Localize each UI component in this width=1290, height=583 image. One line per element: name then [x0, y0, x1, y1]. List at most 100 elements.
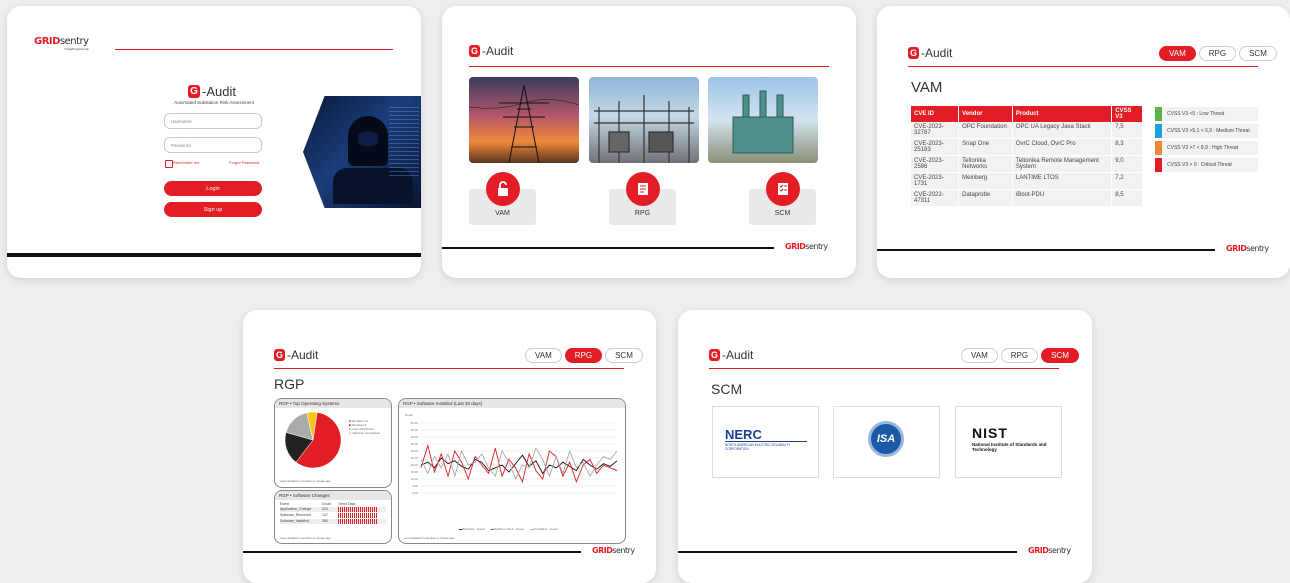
pie-chart: [284, 411, 342, 469]
table-row[interactable]: CVE-2022-47311 Dataprobe iBoot-PDU 8,5: [911, 189, 1143, 207]
tab-vam[interactable]: VAM: [961, 348, 998, 363]
footer-bar: [7, 253, 421, 257]
nist-logo: NIST: [972, 425, 1008, 441]
gridsentry-logo: GRIDsentry: [1028, 546, 1071, 555]
password-field[interactable]: Password: [164, 137, 262, 153]
y-tick-label: 25.00: [410, 456, 418, 460]
checklist-icon: [766, 172, 800, 206]
substation-image: [589, 77, 699, 163]
line-legend-item: ▬ZyWALL-OS.A - Count: [490, 527, 524, 531]
nist-logo-subtitle: National Institute of Standards and Tech…: [972, 442, 1047, 452]
gridsentry-logo: GRIDsentry Foresight Cybersecurity: [34, 36, 89, 51]
table-row[interactable]: CVE-2023-25183 Snap One OvrC Cloud, OvrC P…: [911, 138, 1143, 156]
page-title: RGP: [274, 376, 305, 392]
gaudit-logo: G -Audit: [709, 348, 754, 362]
module-tabs: VAM RPG SCM: [961, 348, 1079, 363]
vulnerability-table: CVE ID Vendor Product CVSS V3 CVE-2023-3…: [911, 106, 1143, 207]
tab-rpg[interactable]: RPG: [1000, 348, 1039, 363]
footer-bar: [678, 551, 1017, 553]
login-button[interactable]: Login: [164, 181, 262, 196]
isa-logo: ISA: [868, 421, 904, 457]
module-tabs: VAM RPG SCM: [1159, 46, 1277, 61]
table-row[interactable]: CVE-2023-1731 Meinberg LANTIME LTOS 7,2: [911, 172, 1143, 190]
gridsentry-logo: GRIDsentry: [785, 242, 828, 251]
report-icon: [626, 172, 660, 206]
table-row[interactable]: Software_Removed 147: [280, 513, 386, 518]
tab-rpg[interactable]: RPG: [564, 348, 603, 363]
table-row[interactable]: CVE-2023-2586 Teltonika Networks Teltonika…: [911, 155, 1143, 173]
tab-vam[interactable]: VAM: [525, 348, 562, 363]
pie-footer: Last Updated: Less than a minute ago: [280, 479, 331, 483]
changes-footer: Last Updated: Less than a minute ago: [280, 536, 331, 540]
y-tick-label: 15.00: [410, 470, 418, 474]
header-divider: [115, 49, 393, 50]
header-divider: [709, 368, 1059, 369]
y-tick-label: 20.00: [410, 463, 418, 467]
line-chart-title: RGP • Software Installed (Last 30 days): [399, 399, 625, 408]
remember-label: Remember me: [173, 160, 200, 165]
legend-critical: CVSS V3 > 9 : Critical Threat: [1155, 158, 1258, 172]
module-tabs: VAM RPG SCM: [525, 348, 643, 363]
home-panel: G -Audit VAM RPG SCM GRIDsentry: [442, 6, 856, 278]
transformer-image: [708, 77, 818, 163]
table-row[interactable]: CVE-2023-32787 OPC Foundation OPC UA Legac…: [911, 122, 1143, 139]
y-tick-label: 40.00: [410, 435, 418, 439]
y-tick-label: 35.00: [410, 442, 418, 446]
login-subtitle: Automated Substation Risk Assessment: [174, 100, 254, 105]
nerc-logo-card[interactable]: NERC NORTH AMERICAN ELECTRIC RELIABILITY…: [712, 406, 819, 478]
y-tick-label: 10.00: [410, 477, 418, 481]
table-row[interactable]: Application_Change 324: [280, 507, 386, 512]
footer-bar: [243, 551, 581, 553]
page-title: SCM: [711, 381, 743, 397]
col-product: Product: [1012, 106, 1113, 122]
login-panel: GRIDsentry Foresight Cybersecurity G -Au…: [7, 6, 421, 278]
tab-scm[interactable]: SCM: [605, 348, 643, 363]
hacker-image: [303, 96, 421, 208]
line-footer: Last Updated: Less than a minute ago: [404, 536, 455, 540]
y-tick-label: 45.00: [410, 428, 418, 432]
gaudit-logo: G -Audit: [469, 44, 514, 58]
y-tick-label: 5.00: [412, 484, 418, 488]
tab-scm[interactable]: SCM: [1041, 348, 1079, 363]
nist-logo-card[interactable]: NIST National Institute of Standards and…: [955, 406, 1062, 478]
footer-bar: [877, 249, 1215, 251]
col-cvss: CVSS V3: [1111, 106, 1143, 122]
col-vendor: Vendor: [958, 106, 1013, 122]
y-tick-label: 0.00: [412, 491, 418, 495]
tab-scm[interactable]: SCM: [1239, 46, 1277, 61]
unlock-icon: [486, 172, 520, 206]
pie-chart-title: RGP • Top Operating Systems: [275, 399, 391, 408]
gaudit-logo: G -Audit: [908, 46, 953, 60]
legend-high: CVSS V3 >7 < 8,9 : High Threat: [1155, 141, 1258, 155]
table-row[interactable]: Software_Installed 365: [280, 519, 386, 524]
gridsentry-logo: GRIDsentry: [1226, 244, 1269, 253]
footer-bar: [442, 247, 774, 249]
header-divider: [274, 368, 624, 369]
gaudit-logo: G -Audit: [188, 84, 236, 99]
nerc-logo-subtitle: NORTH AMERICAN ELECTRIC RELIABILITY CORP…: [725, 443, 791, 451]
nerc-logo: NERC: [725, 427, 762, 442]
forgot-password-link[interactable]: Forgot Password: [229, 160, 259, 165]
col-cve-id: CVE ID: [911, 106, 960, 122]
line-legend-item: ▬cumulative - Count: [529, 527, 558, 531]
legend-low: CVSS V3 <5 : Low Threat: [1155, 107, 1258, 121]
gridsentry-logo: GRIDsentry: [592, 546, 635, 555]
pie-legend-item: ■ Unknown compilation: [349, 431, 381, 435]
header-divider: [908, 66, 1258, 67]
line-legend-item: ▬Windows - Count: [459, 527, 485, 531]
y-tick-label: 30.00: [410, 449, 418, 453]
line-chart: 0.00 5.00 10.00 15.00 20.00 25.00 30.00 35.00 40…: [410, 421, 618, 495]
software-changes-box: RGP • Software Changes Event Count Trend D…: [274, 490, 392, 544]
page-title: VAM: [911, 79, 943, 96]
changes-title: RGP • Software Changes: [275, 491, 391, 500]
scm-panel: G -Audit VAM RPG SCM SCM NERC NORTH AMER…: [678, 310, 1092, 583]
username-field[interactable]: Username: [164, 113, 262, 129]
remember-checkbox[interactable]: [165, 160, 173, 168]
isa-logo-card[interactable]: ISA: [833, 406, 940, 478]
tab-vam[interactable]: VAM: [1159, 46, 1196, 61]
y-tick-label: 50.00: [410, 421, 418, 425]
changes-header: Event Count Trend Data: [280, 502, 356, 506]
signup-button[interactable]: Sign up: [164, 202, 262, 217]
tab-rpg[interactable]: RPG: [1198, 46, 1237, 61]
gaudit-logo: G -Audit: [274, 348, 319, 362]
